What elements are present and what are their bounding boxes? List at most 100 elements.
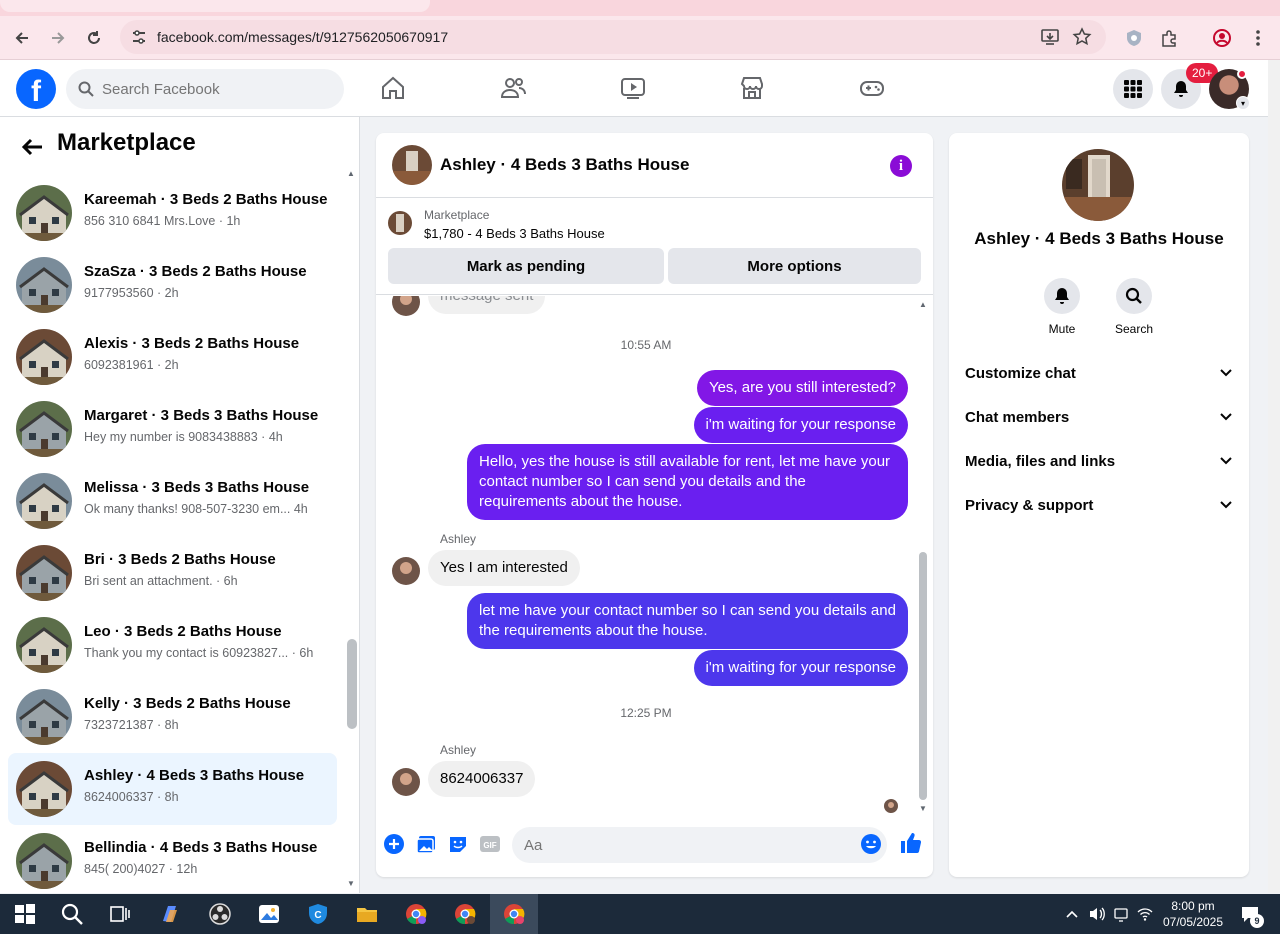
conversation-snippet: 6092381961 · 2h xyxy=(84,358,179,372)
message-bubble-incoming[interactable]: 8624006337 xyxy=(428,761,536,797)
gaming-icon[interactable] xyxy=(858,74,886,102)
chat-title[interactable]: Ashley · 4 Beds 3 Baths House xyxy=(440,155,689,175)
video-icon[interactable] xyxy=(619,74,647,102)
conversation-item[interactable]: Kelly · 3 Beds 2 Baths House 7323721387 ·… xyxy=(8,681,337,753)
photo-icon[interactable] xyxy=(415,833,437,855)
scroll-up-arrow-icon[interactable]: ▲ xyxy=(919,300,927,309)
chat-members-row[interactable]: Chat members xyxy=(965,397,1233,437)
mark-as-pending-button[interactable]: Mark as pending xyxy=(388,248,664,284)
chevron-down-icon xyxy=(1220,369,1232,377)
conversation-item[interactable]: Margaret · 3 Beds 3 Baths House Hey my nu… xyxy=(8,393,337,465)
facebook-search[interactable] xyxy=(66,69,344,109)
media-files-links-row[interactable]: Media, files and links xyxy=(965,441,1233,481)
message-bubble-outgoing[interactable]: Hello, yes the house is still available … xyxy=(467,444,908,520)
listing-price[interactable]: $1,780 - 4 Beds 3 Baths House xyxy=(424,226,605,241)
mute-button[interactable]: Mute xyxy=(1032,278,1092,336)
message-bubble-incoming[interactable]: message sent xyxy=(428,296,546,314)
sticker-icon[interactable] xyxy=(447,833,469,855)
thumbs-up-icon[interactable] xyxy=(899,831,923,855)
conversation-item[interactable]: Ashley · 4 Beds 3 Baths House 8624006337 … xyxy=(8,753,337,825)
install-app-icon[interactable] xyxy=(1040,27,1060,47)
page-scrollbar[interactable] xyxy=(1268,60,1280,893)
message-bubble-outgoing[interactable]: i'm waiting for your response xyxy=(693,650,908,686)
more-options-button[interactable]: More options xyxy=(668,248,921,284)
scroll-up-arrow-icon[interactable]: ▲ xyxy=(347,169,355,178)
sender-avatar xyxy=(392,557,420,585)
conversation-avatar xyxy=(16,761,72,817)
customize-chat-row[interactable]: Customize chat xyxy=(965,353,1233,393)
conversation-item[interactable]: Bri · 3 Beds 2 Baths House Bri sent an at… xyxy=(8,537,337,609)
conversation-item[interactable]: Bellindia · 4 Beds 3 Baths House 845( 200… xyxy=(8,825,337,893)
search-chat-button[interactable]: Search xyxy=(1104,278,1164,336)
scroll-down-arrow-icon[interactable]: ▼ xyxy=(919,804,927,813)
conversation-item[interactable]: SzaSza · 3 Beds 2 Baths House 9177953560 … xyxy=(8,249,337,321)
search-icon[interactable] xyxy=(60,902,84,926)
friends-icon[interactable] xyxy=(499,74,527,102)
scroll-down-arrow-icon[interactable]: ▼ xyxy=(347,879,355,888)
gif-icon[interactable]: GIF xyxy=(479,833,501,855)
obs-icon[interactable] xyxy=(208,902,232,926)
conversation-name: Leo · 3 Beds 2 Baths House xyxy=(84,623,282,640)
conversation-item[interactable]: Leo · 3 Beds 2 Baths House Thank you my c… xyxy=(8,609,337,681)
message-input[interactable] xyxy=(524,836,844,854)
panel-title: Marketplace xyxy=(57,129,196,156)
browser-menu-icon[interactable] xyxy=(1244,24,1272,52)
copilot-icon[interactable] xyxy=(158,902,182,926)
address-bar[interactable]: facebook.com/messages/t/9127562050670917 xyxy=(120,20,1106,54)
conversation-item[interactable]: Kareemah · 3 Beds 2 Baths House 856 310 6… xyxy=(8,177,337,249)
info-icon[interactable]: i xyxy=(890,155,912,177)
message-input-box[interactable] xyxy=(512,827,887,863)
security-shield-icon[interactable]: C xyxy=(306,902,330,926)
conversation-item[interactable]: Melissa · 3 Beds 3 Baths House Ok many th… xyxy=(8,465,337,537)
search-input[interactable] xyxy=(102,80,322,98)
conversation-scrollbar[interactable] xyxy=(347,639,357,729)
system-clock[interactable]: 8:00 pm 07/05/2025 xyxy=(1160,898,1226,930)
menu-grid-button[interactable] xyxy=(1113,69,1153,109)
chat-avatar[interactable] xyxy=(392,145,432,185)
back-arrow-icon[interactable] xyxy=(18,133,46,161)
meet-now-icon[interactable] xyxy=(1113,906,1129,922)
conversation-avatar xyxy=(16,329,72,385)
marketplace-icon[interactable] xyxy=(738,74,766,102)
account-chevron-icon[interactable]: ▾ xyxy=(1236,96,1250,110)
task-view-icon[interactable] xyxy=(108,902,132,926)
conversation-avatar xyxy=(16,185,72,241)
message-bubble-outgoing[interactable]: Yes, are you still interested? xyxy=(696,370,908,406)
home-icon[interactable] xyxy=(379,74,407,102)
back-arrow-icon[interactable] xyxy=(8,24,36,52)
timestamp: 10:55 AM xyxy=(620,338,672,352)
chevron-down-icon xyxy=(1220,413,1232,421)
wifi-icon[interactable] xyxy=(1137,906,1153,922)
forward-arrow-icon[interactable] xyxy=(44,24,72,52)
shield-extension-icon[interactable] xyxy=(1120,24,1148,52)
conversation-name: Margaret · 3 Beds 3 Baths House xyxy=(84,407,319,424)
extensions-puzzle-icon[interactable] xyxy=(1155,24,1183,52)
reload-icon[interactable] xyxy=(80,24,108,52)
speaker-icon[interactable] xyxy=(1088,906,1106,922)
browser-tab-active[interactable] xyxy=(0,0,430,12)
listing-thumbnail[interactable] xyxy=(388,211,412,235)
message-thread: message sent 10:55 AM Yes, are you still… xyxy=(376,296,933,826)
profile-icon[interactable] xyxy=(1208,24,1236,52)
listing-card: Marketplace $1,780 - 4 Beds 3 Baths Hous… xyxy=(376,199,933,295)
facebook-logo[interactable]: f xyxy=(16,69,56,109)
conversation-avatar xyxy=(16,401,72,457)
chrome-icon[interactable] xyxy=(404,902,428,926)
message-bubble-outgoing[interactable]: i'm waiting for your response xyxy=(693,407,908,443)
listing-avatar-large[interactable] xyxy=(1062,149,1134,221)
chevron-up-icon[interactable] xyxy=(1065,907,1079,921)
windows-start-icon[interactable] xyxy=(13,902,37,926)
plus-circle-icon[interactable] xyxy=(383,833,405,855)
chat-scrollbar[interactable] xyxy=(919,552,927,800)
bookmark-star-icon[interactable] xyxy=(1072,27,1092,47)
message-bubble-incoming[interactable]: Yes I am interested xyxy=(428,550,580,586)
emoji-icon[interactable] xyxy=(860,833,882,855)
chrome-icon[interactable] xyxy=(502,902,526,926)
message-bubble-outgoing[interactable]: let me have your contact number so I can… xyxy=(467,593,908,649)
file-explorer-icon[interactable] xyxy=(355,902,379,926)
conversation-item[interactable]: Alexis · 3 Beds 2 Baths House 6092381961 … xyxy=(8,321,337,393)
site-settings-icon[interactable] xyxy=(130,28,148,46)
photos-icon[interactable] xyxy=(257,902,281,926)
privacy-support-row[interactable]: Privacy & support xyxy=(965,485,1233,525)
chrome-icon[interactable] xyxy=(453,902,477,926)
